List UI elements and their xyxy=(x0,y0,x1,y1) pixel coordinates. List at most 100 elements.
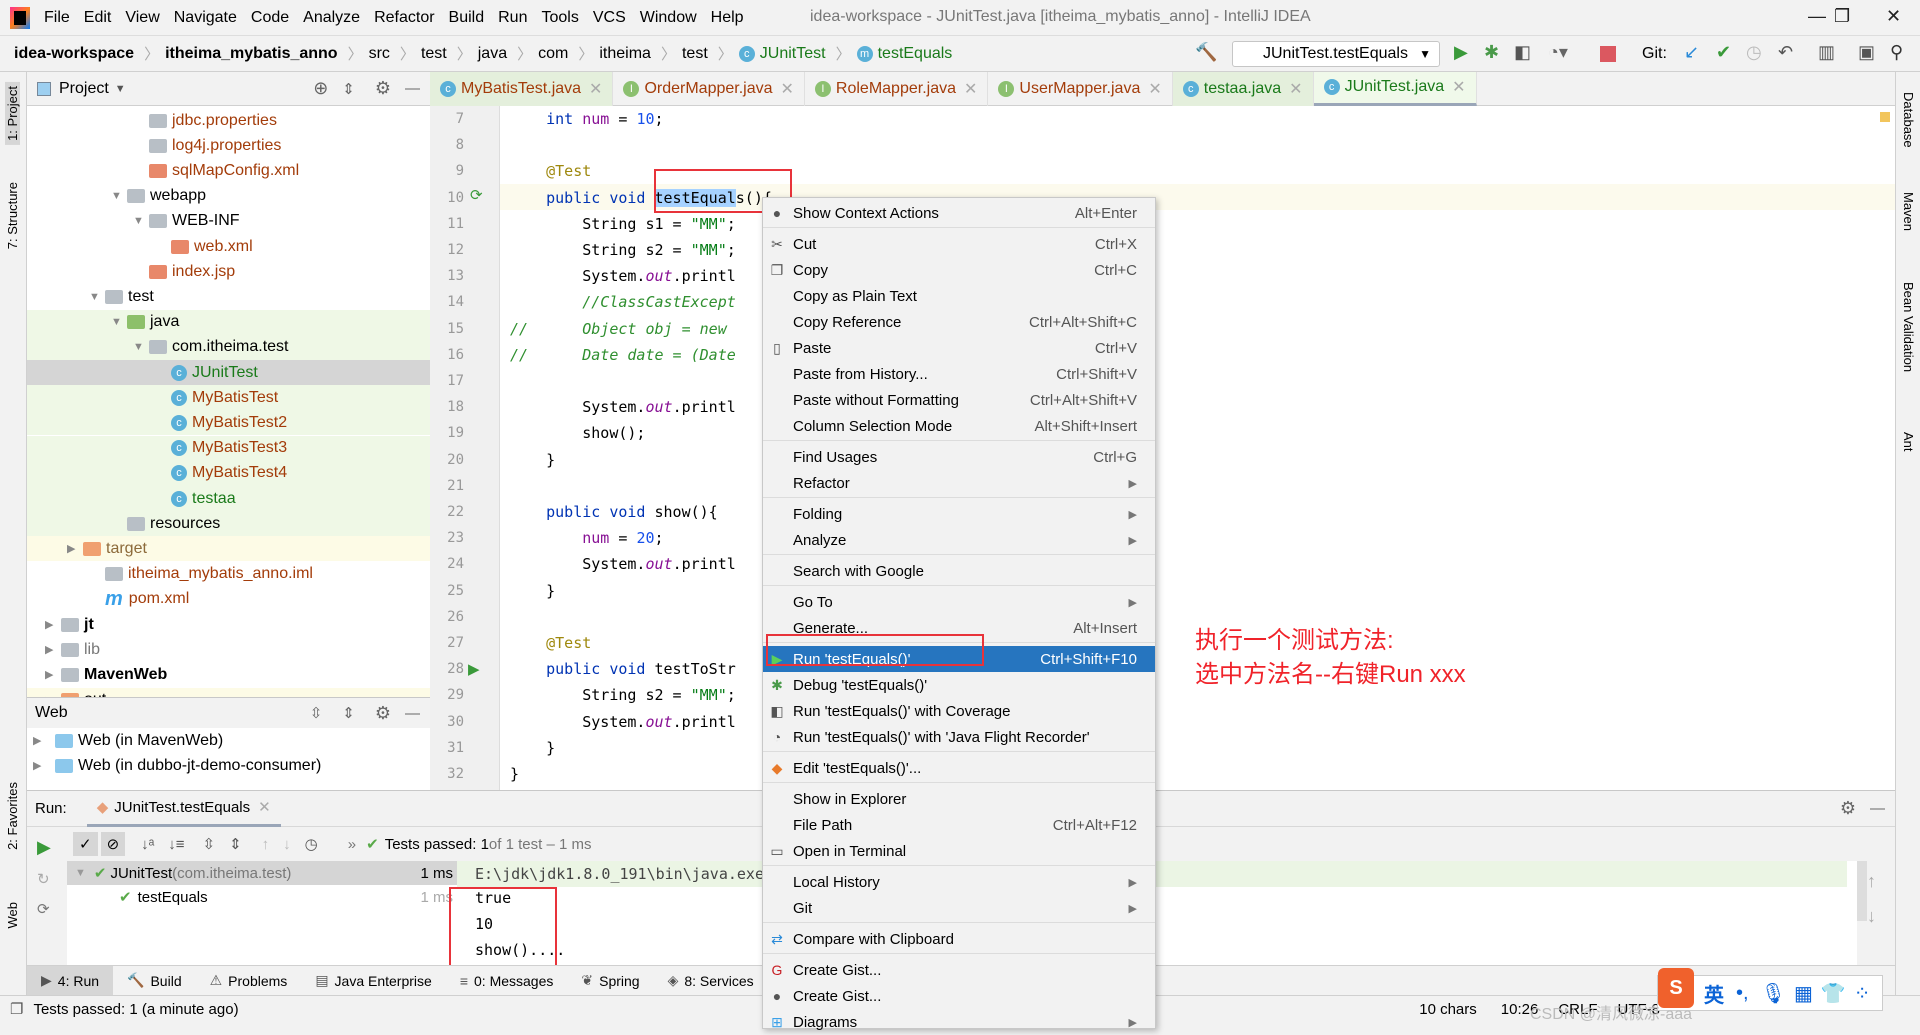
menu-navigate[interactable]: Navigate xyxy=(174,9,237,27)
skin-icon[interactable]: 👕 xyxy=(1821,981,1846,1006)
tree-item[interactable]: ▼ java xyxy=(27,309,430,335)
collapse-icon[interactable]: ▶ xyxy=(33,734,49,747)
menu-item-copy-reference[interactable]: Copy Reference Ctrl+Alt+Shift+C xyxy=(763,309,1155,335)
tool-window-maven[interactable]: Maven xyxy=(1901,192,1916,231)
menu-item-create-gist[interactable]: G Create Gist... xyxy=(763,957,1155,983)
presentation-icon[interactable]: ▣ xyxy=(1858,42,1875,63)
tool-window-structure[interactable]: 7: Structure xyxy=(5,182,20,249)
breadcrumb-item[interactable]: src xyxy=(369,45,390,63)
test-suite-row[interactable]: ▼ ✔ JUnitTest (com.itheima.test) 1 ms xyxy=(67,861,457,885)
menu-window[interactable]: Window xyxy=(640,9,697,27)
tree-item[interactable]: ▶ MavenWeb xyxy=(27,662,430,687)
git-commit-icon[interactable]: ✔ xyxy=(1716,42,1731,63)
menu-item-paste-from-history[interactable]: Paste from History... Ctrl+Shift+V xyxy=(763,361,1155,387)
collapse-icon[interactable]: ▶ xyxy=(45,643,61,656)
menu-view[interactable]: View xyxy=(125,9,159,27)
menu-item-copy[interactable]: ❐ Copy Ctrl+C xyxy=(763,257,1155,283)
bottom-tab-problems[interactable]: ⚠ Problems xyxy=(196,966,302,996)
menu-tools[interactable]: Tools xyxy=(541,9,578,27)
tree-item[interactable]: m pom.xml xyxy=(27,587,430,612)
menu-file[interactable]: File xyxy=(44,9,70,27)
restore-button[interactable] xyxy=(1828,6,1833,27)
microphone-icon[interactable]: 🎙 xyxy=(1761,981,1786,1006)
menu-item-cut[interactable]: ✂ Cut Ctrl+X xyxy=(763,231,1155,257)
close-window-button[interactable]: ✕ xyxy=(1886,6,1901,27)
tree-item[interactable]: ▼ WEB-INF xyxy=(27,209,430,234)
menu-build[interactable]: Build xyxy=(449,9,485,27)
close-icon[interactable]: ✕ xyxy=(1452,77,1465,97)
tab-usermapper-java[interactable]: I UserMapper.java ✕ xyxy=(988,71,1173,106)
test-case-row[interactable]: ✔ testEquals 1 ms xyxy=(67,885,457,909)
minimize-button[interactable]: — xyxy=(1808,6,1826,27)
menu-item-column-selection-mode[interactable]: Column Selection Mode Alt+Shift+Insert xyxy=(763,413,1155,439)
sort-duration-icon[interactable]: ↓≡ xyxy=(168,836,184,853)
project-view-selector[interactable]: Project xyxy=(59,80,109,98)
menu-item-show-context-actions[interactable]: ● Show Context Actions Alt+Enter xyxy=(763,200,1155,226)
menu-help[interactable]: Help xyxy=(711,9,744,27)
menu-item-go-to[interactable]: Go To ▶ xyxy=(763,589,1155,615)
bottom-tab-8-services[interactable]: ◈ 8: Services xyxy=(654,966,768,996)
gear-icon[interactable]: ⚙ xyxy=(375,78,391,99)
collapse-all-icon[interactable]: ⇕ xyxy=(342,80,355,98)
tab-junittest-java[interactable]: c JUnitTest.java ✕ xyxy=(1313,71,1477,106)
collapse-all-icon[interactable]: ⇕ xyxy=(342,704,355,722)
stop-icon[interactable] xyxy=(1600,46,1616,62)
expand-icon[interactable]: ▼ xyxy=(133,341,149,353)
gear-icon[interactable]: ⚙ xyxy=(1840,798,1856,819)
run-configuration-select[interactable]: JUnitTest.testEquals ▼ xyxy=(1232,41,1440,67)
console-output[interactable]: E:\jdk\jdk1.8.0_191\bin\java.exe ... tru… xyxy=(449,861,1867,969)
run-gutter-icon[interactable]: ▶ xyxy=(468,660,480,678)
project-structure-icon[interactable]: ▥ xyxy=(1818,42,1835,63)
expand-icon[interactable]: ▼ xyxy=(89,291,105,303)
bottom-tab-java-enterprise[interactable]: ▤ Java Enterprise xyxy=(301,966,446,996)
menu-item-refactor[interactable]: Refactor ▶ xyxy=(763,470,1155,496)
close-icon[interactable]: ✕ xyxy=(964,79,977,99)
locate-icon[interactable]: ⊕ xyxy=(313,78,328,99)
collapse-icon[interactable]: ▶ xyxy=(67,542,83,555)
tool-window-bean-validation[interactable]: Bean Validation xyxy=(1901,282,1916,372)
menu-item-find-usages[interactable]: Find Usages Ctrl+G xyxy=(763,444,1155,470)
bottom-tab-4-run[interactable]: ▶ 4: Run xyxy=(27,965,114,996)
tree-item[interactable]: ▼ test xyxy=(27,284,430,309)
menu-item-edit-testequals[interactable]: ◆ Edit 'testEquals()'... xyxy=(763,755,1155,781)
tool-window-database[interactable]: Database xyxy=(1901,92,1916,148)
tool-window-project[interactable]: 1: Project xyxy=(5,82,20,145)
tool-window-ant[interactable]: Ant xyxy=(1901,432,1916,452)
close-icon[interactable]: ✕ xyxy=(1148,79,1161,99)
expand-icon[interactable]: ▼ xyxy=(111,316,127,328)
menu-item-git[interactable]: Git ▶ xyxy=(763,895,1155,921)
collapse-icon[interactable]: ▶ xyxy=(45,668,61,681)
show-ignored-icon[interactable]: ⊘ xyxy=(100,832,126,856)
tree-item[interactable]: web.xml xyxy=(27,234,430,259)
close-icon[interactable]: ✕ xyxy=(781,79,794,99)
tree-item[interactable]: c MyBatisTest4 xyxy=(27,460,430,486)
git-history-icon[interactable]: ◷ xyxy=(1746,42,1762,63)
breadcrumb-item[interactable]: testEquals xyxy=(878,45,953,63)
tree-item[interactable]: c MyBatisTest xyxy=(27,385,430,411)
menu-item-create-gist[interactable]: ● Create Gist... xyxy=(763,983,1155,1009)
tab-rolemapper-java[interactable]: I RoleMapper.java ✕ xyxy=(805,71,989,106)
menu-item-run-testequals-with-java-flight-recorder[interactable]: ◔ Run 'testEquals()' with 'Java Flight Re… xyxy=(763,724,1155,750)
menu-edit[interactable]: Edit xyxy=(84,9,112,27)
previous-icon[interactable]: ↑ xyxy=(262,836,270,853)
web-list-item[interactable]: ▶ Web (in dubbo-jt-demo-consumer) xyxy=(27,753,430,778)
warning-marker-icon[interactable] xyxy=(1880,112,1890,122)
keyboard-icon[interactable]: ▦ xyxy=(1794,981,1813,1006)
tree-item[interactable]: ▼ webapp xyxy=(27,184,430,209)
hide-icon[interactable]: — xyxy=(1870,800,1885,817)
tree-item[interactable]: log4j.properties xyxy=(27,133,430,158)
expand-all-icon[interactable]: ⇳ xyxy=(203,835,216,853)
web-list-item[interactable]: ▶ Web (in MavenWeb) xyxy=(27,728,430,753)
tool-window-favorites[interactable]: 2: Favorites xyxy=(5,782,20,850)
hide-icon[interactable]: — xyxy=(405,705,420,722)
menu-item-paste-without-formatting[interactable]: Paste without Formatting Ctrl+Alt+Shift+V xyxy=(763,387,1155,413)
tree-item[interactable]: sqlMapConfig.xml xyxy=(27,158,430,183)
breadcrumb-item[interactable]: itheima xyxy=(599,45,651,63)
menu-item-local-history[interactable]: Local History ▶ xyxy=(763,869,1155,895)
breadcrumb-item[interactable]: JUnitTest xyxy=(760,45,826,63)
run-tab[interactable]: ◆ JUnitTest.testEquals ✕ xyxy=(86,791,281,827)
chevron-down-icon[interactable]: ▼ xyxy=(115,83,126,95)
expand-icon[interactable]: ▼ xyxy=(111,190,127,202)
status-toggle-icon[interactable]: ❐ xyxy=(10,1000,23,1018)
tree-item[interactable]: c MyBatisTest2 xyxy=(27,410,430,436)
